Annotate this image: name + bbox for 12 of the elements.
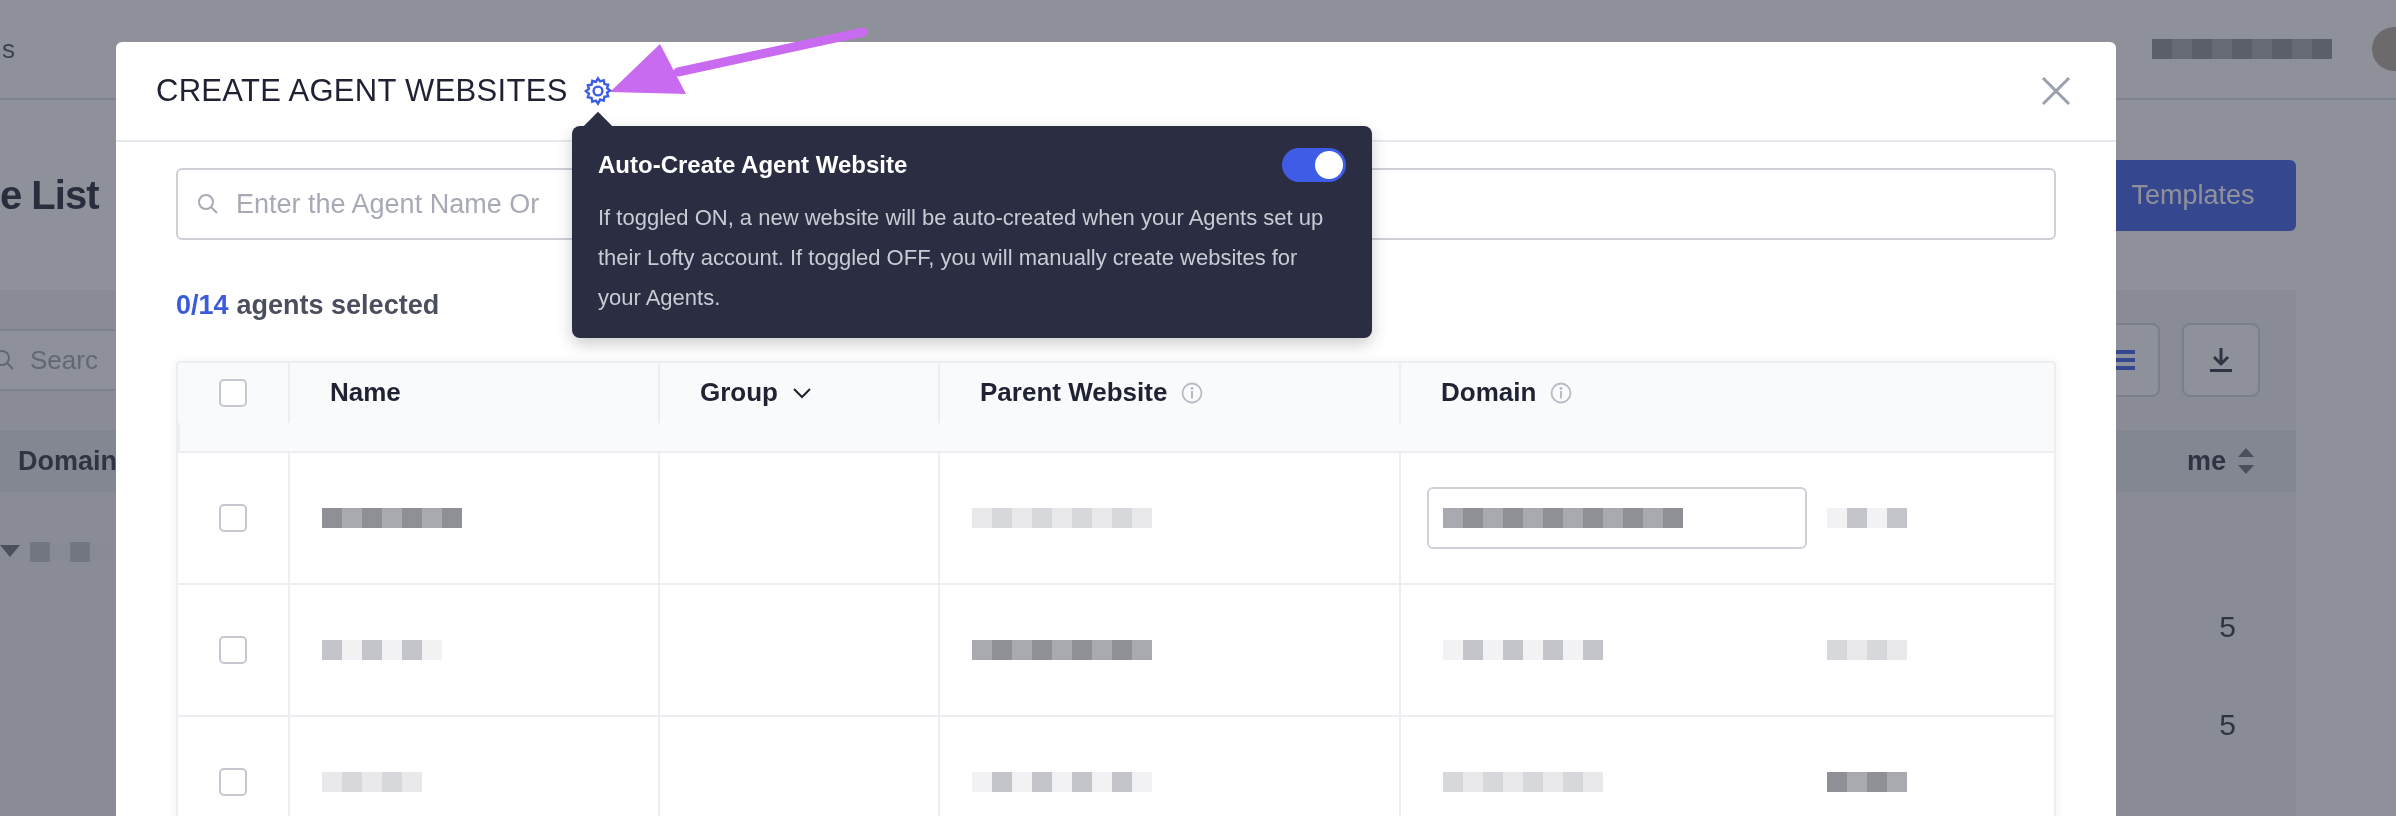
tooltip-text: If toggled ON, a new website will be auto-created when your Agents set up their Lofty account. If toggled OFF, you will manually create websites for your Agents. — [598, 204, 1325, 312]
page-heading: e List — [0, 172, 99, 218]
tooltip-title: Auto-Create Agent Website — [598, 151, 908, 179]
table-cell: 5 — [2219, 610, 2236, 644]
selected-label: agents selected — [236, 290, 440, 321]
table-cell: 5 — [2219, 708, 2236, 742]
column-header: Parent Website — [980, 377, 1204, 409]
selected-count: 0/14 — [176, 290, 229, 321]
column-header: Domain — [1441, 377, 1573, 409]
column-header: Name — [330, 377, 401, 409]
column-header: Domain — [18, 445, 117, 477]
dialog-title: CREATE AGENT WEBSITES — [156, 73, 568, 109]
